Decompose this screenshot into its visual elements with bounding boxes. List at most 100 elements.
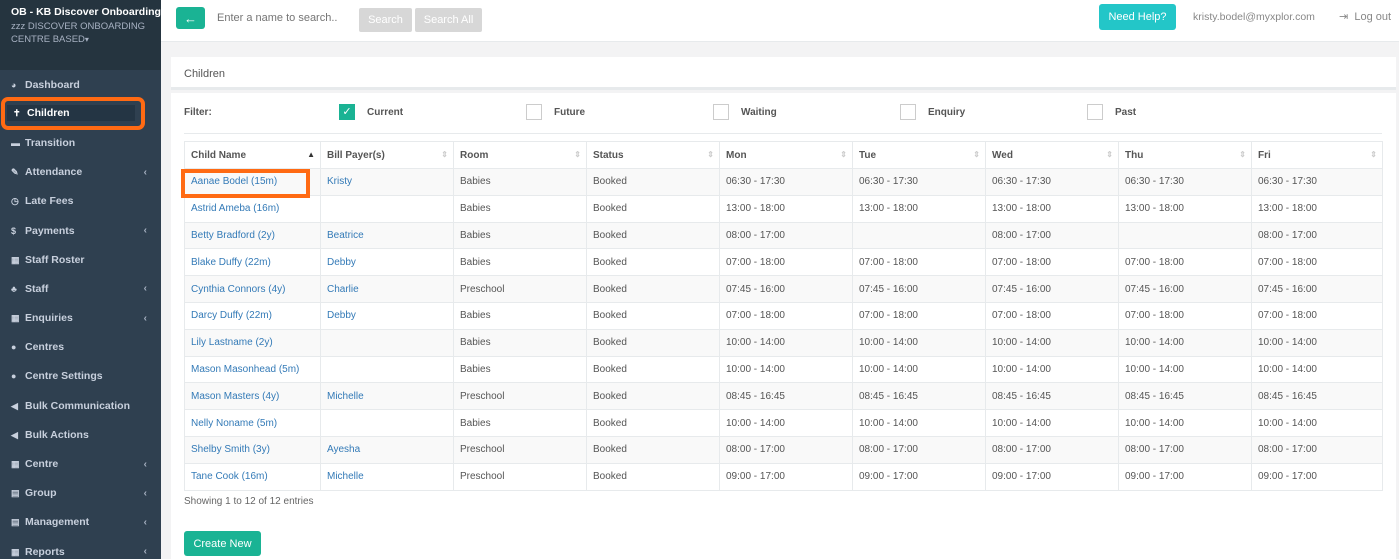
chevron-left-icon: ‹ bbox=[143, 283, 147, 295]
search-input[interactable] bbox=[217, 12, 347, 24]
logout-link[interactable]: ⇥ Log out bbox=[1339, 10, 1391, 23]
search-all-button[interactable]: Search All bbox=[415, 8, 482, 32]
child-name-link[interactable]: Darcy Duffy (22m) bbox=[191, 310, 272, 321]
sidebar-item-staff-roster[interactable]: ▦ Staff Roster bbox=[0, 245, 161, 274]
column-header-thu[interactable]: Thu ⇕ bbox=[1118, 141, 1252, 169]
checkbox-checked-icon[interactable]: ✓ bbox=[339, 104, 355, 120]
table-cell: 07:00 - 18:00 bbox=[985, 248, 1119, 277]
sidebar-item-bulk-communication[interactable]: ◀ Bulk Communication bbox=[0, 391, 161, 420]
sidebar-item-content: ● Centres bbox=[11, 341, 64, 353]
sidebar: OB - KB Discover Onboarding zzz DISCOVER… bbox=[0, 0, 161, 559]
column-header-status[interactable]: Status ⇕ bbox=[586, 141, 720, 169]
filter-waiting[interactable]: Waiting bbox=[713, 104, 777, 120]
back-button[interactable]: ← bbox=[176, 7, 205, 29]
sidebar-item-group[interactable]: ▤ Group ‹ bbox=[0, 479, 161, 508]
create-new-button[interactable]: Create New bbox=[184, 531, 261, 556]
table-cell: 13:00 - 18:00 bbox=[719, 194, 853, 223]
table-row: Darcy Duffy (22m) Debby Babies Booked 07:00 … bbox=[184, 301, 1383, 330]
child-name-link[interactable]: Mason Masonhead (5m) bbox=[191, 364, 299, 375]
sidebar-item-dashboard[interactable]: ◕ Dashboard bbox=[0, 70, 161, 99]
search-button[interactable]: Search bbox=[359, 8, 412, 32]
checkbox-icon[interactable] bbox=[526, 104, 542, 120]
column-header-mon[interactable]: Mon ⇕ bbox=[719, 141, 853, 169]
table-row: Betty Bradford (2y) Beatrice Babies Booked 0… bbox=[184, 221, 1383, 250]
bill-payer-link[interactable]: Debby bbox=[327, 310, 356, 321]
sort-icon: ⇕ bbox=[574, 150, 581, 159]
sidebar-item-payments[interactable]: $ Payments ‹ bbox=[0, 216, 161, 245]
checkbox-icon[interactable] bbox=[713, 104, 729, 120]
bill-payer-link[interactable]: Michelle bbox=[327, 471, 364, 482]
sidebar-item-centres[interactable]: ● Centres bbox=[0, 333, 161, 362]
bill-payer-link[interactable]: Michelle bbox=[327, 391, 364, 402]
table-cell: 10:00 - 14:00 bbox=[852, 355, 986, 384]
bill-payer-link[interactable]: Ayesha bbox=[327, 444, 360, 455]
bill-payer-link[interactable]: Beatrice bbox=[327, 230, 364, 241]
sidebar-item-management[interactable]: ▤ Management ‹ bbox=[0, 508, 161, 537]
grid-icon: ▦ bbox=[11, 313, 20, 324]
bill-payer-link[interactable]: Charlie bbox=[327, 284, 359, 295]
table-cell: 06:30 - 17:30 bbox=[1251, 168, 1383, 196]
bill-payer-link[interactable]: Kristy bbox=[327, 176, 352, 187]
sidebar-item-content: ▦ Reports bbox=[11, 546, 65, 558]
child-name-link[interactable]: Tane Cook (16m) bbox=[191, 471, 268, 482]
filter-enquiry[interactable]: Enquiry bbox=[900, 104, 965, 120]
table-cell: 07:00 - 18:00 bbox=[985, 301, 1119, 330]
table-cell: 10:00 - 14:00 bbox=[985, 409, 1119, 437]
row-highlight bbox=[181, 169, 310, 198]
table-cell: 08:00 - 17:00 bbox=[1251, 221, 1383, 250]
sidebar-item-reports[interactable]: ▦ Reports ‹ bbox=[0, 537, 161, 559]
sidebar-item-content: $ Payments bbox=[11, 225, 75, 237]
org-header[interactable]: OB - KB Discover Onboarding zzz DISCOVER… bbox=[0, 0, 161, 70]
bill-payer-link[interactable]: Debby bbox=[327, 257, 356, 268]
table-icon: ▤ bbox=[11, 517, 20, 528]
sidebar-item-staff[interactable]: ♣ Staff ‹ bbox=[0, 274, 161, 303]
column-header-label: Bill Payer(s) bbox=[327, 149, 385, 161]
sidebar-item-transition[interactable]: ▬ Transition bbox=[0, 128, 161, 157]
need-help-button[interactable]: Need Help? bbox=[1099, 4, 1176, 30]
sidebar-item-attendance[interactable]: ✎ Attendance ‹ bbox=[0, 158, 161, 187]
column-header-child-name[interactable]: Child Name ▲ bbox=[184, 141, 321, 169]
checkbox-icon[interactable] bbox=[1087, 104, 1103, 120]
sidebar-item-label: Reports bbox=[25, 545, 65, 558]
table-cell: Booked bbox=[586, 355, 720, 384]
child-name-link[interactable]: Shelby Smith (3y) bbox=[191, 444, 270, 455]
table-cell: Booked bbox=[586, 194, 720, 223]
chevron-left-icon: ‹ bbox=[143, 225, 147, 237]
child-name-link[interactable]: Betty Bradford (2y) bbox=[191, 230, 275, 241]
column-header-label: Room bbox=[460, 149, 489, 161]
child-name-link[interactable]: Astrid Ameba (16m) bbox=[191, 203, 279, 214]
table-row: Tane Cook (16m) Michelle Preschool Booked 09… bbox=[184, 462, 1383, 491]
column-header-label: Fri bbox=[1258, 149, 1271, 161]
sidebar-item-centre[interactable]: ▦ Centre ‹ bbox=[0, 449, 161, 478]
table-cell: Booked bbox=[586, 462, 720, 491]
table-cell: 10:00 - 14:00 bbox=[719, 355, 853, 384]
column-header-bill-payer-s-[interactable]: Bill Payer(s) ⇕ bbox=[320, 141, 454, 169]
table-cell bbox=[320, 355, 454, 384]
child-name-link[interactable]: Cynthia Connors (4y) bbox=[191, 284, 285, 295]
child-name-link[interactable]: Lily Lastname (2y) bbox=[191, 337, 273, 348]
table-cell: 08:45 - 16:45 bbox=[1118, 382, 1252, 411]
child-name-link[interactable]: Mason Masters (4y) bbox=[191, 391, 279, 402]
column-header-tue[interactable]: Tue ⇕ bbox=[852, 141, 986, 169]
child-name-link[interactable]: Blake Duffy (22m) bbox=[191, 257, 271, 268]
sidebar-item-bulk-actions[interactable]: ◀ Bulk Actions bbox=[0, 420, 161, 449]
sidebar-item-content: ◀ Bulk Actions bbox=[11, 429, 89, 441]
table-cell: 10:00 - 14:00 bbox=[1251, 328, 1383, 357]
table-cell: 08:45 - 16:45 bbox=[985, 382, 1119, 411]
child-name-link[interactable]: Nelly Noname (5m) bbox=[191, 418, 277, 429]
table-cell: Debby bbox=[320, 301, 454, 330]
column-header-fri[interactable]: Fri ⇕ bbox=[1251, 141, 1383, 169]
sidebar-item-late-fees[interactable]: ◷ Late Fees bbox=[0, 187, 161, 216]
sidebar-item-enquiries[interactable]: ▦ Enquiries ‹ bbox=[0, 304, 161, 333]
table-row: Blake Duffy (22m) Debby Babies Booked 07:00 … bbox=[184, 248, 1383, 277]
column-header-room[interactable]: Room ⇕ bbox=[453, 141, 587, 169]
checkbox-icon[interactable] bbox=[900, 104, 916, 120]
table-cell: Booked bbox=[586, 382, 720, 411]
sidebar-item-centre-settings[interactable]: ● Centre Settings bbox=[0, 362, 161, 391]
centre-selector[interactable]: zzz DISCOVER ONBOARDING CENTRE BASED▾ bbox=[11, 20, 161, 46]
column-header-label: Child Name bbox=[191, 149, 247, 161]
filter-future[interactable]: Future bbox=[526, 104, 585, 120]
filter-current[interactable]: ✓ Current bbox=[339, 104, 403, 120]
column-header-wed[interactable]: Wed ⇕ bbox=[985, 141, 1119, 169]
filter-past[interactable]: Past bbox=[1087, 104, 1136, 120]
